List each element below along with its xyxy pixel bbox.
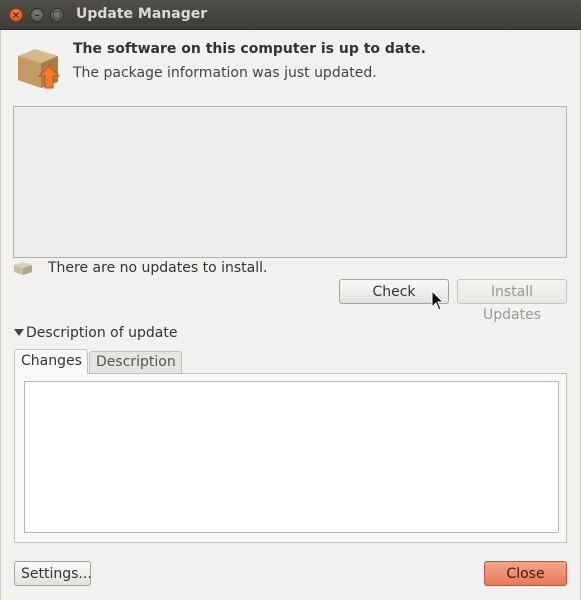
updates-list[interactable] [13, 106, 567, 258]
install-updates-button[interactable]: Install Updates [457, 279, 567, 323]
package-icon [14, 262, 32, 275]
mouse-pointer-icon [431, 290, 445, 311]
window-minimize-button[interactable]: – [30, 8, 44, 22]
tab-description[interactable]: Description [89, 351, 182, 373]
expander-label: Description of update [26, 325, 178, 341]
window-title: Update Manager [76, 6, 208, 22]
expander-arrow-icon [14, 329, 24, 336]
window-close-button[interactable]: × [9, 8, 23, 22]
tab-changes[interactable]: Changes [14, 349, 88, 374]
package-upgrade-icon [18, 49, 61, 89]
changes-textview[interactable] [24, 381, 559, 533]
settings-button[interactable]: Settings... [14, 561, 92, 586]
close-button[interactable]: Close [484, 561, 567, 586]
no-updates-label: There are no updates to install. [48, 260, 268, 276]
window-maximize-button[interactable]: □ [50, 8, 64, 22]
status-heading: The software on this computer is up to d… [73, 41, 426, 57]
title-bar: × – □ Update Manager [0, 0, 581, 30]
description-expander[interactable]: Description of update [14, 325, 177, 341]
status-subheading: The package information was just updated… [73, 65, 377, 81]
changes-panel [14, 373, 567, 543]
